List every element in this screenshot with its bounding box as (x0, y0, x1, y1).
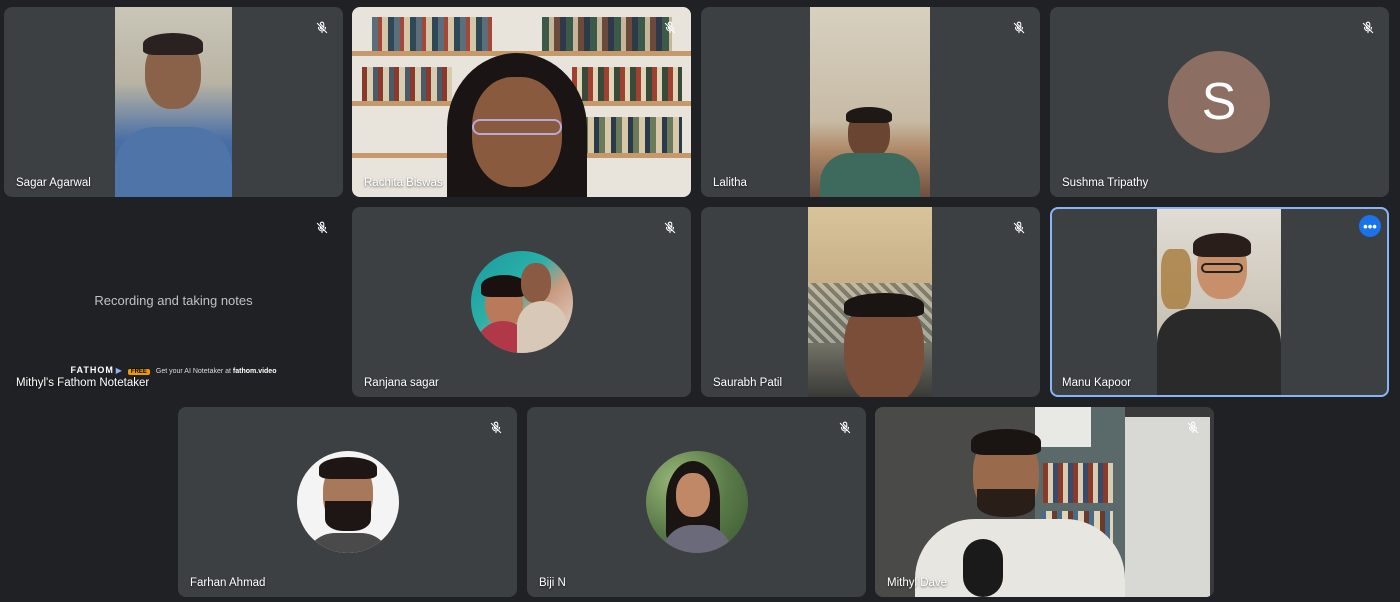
participant-tile[interactable]: Ranjana sagar (352, 207, 691, 397)
participant-tile[interactable]: Recording and taking notes FATHOM ▶ FREE… (4, 207, 343, 397)
recording-status: Recording and taking notes (94, 293, 253, 308)
participant-tile[interactable]: Sagar Agarwal (4, 7, 343, 197)
avatar (646, 451, 748, 553)
mic-off-icon (1008, 17, 1030, 39)
avatar (471, 251, 573, 353)
participant-tile[interactable]: Biji N (527, 407, 866, 597)
participant-name: Biji N (539, 577, 566, 589)
participant-tile[interactable]: Farhan Ahmad (178, 407, 517, 597)
mic-off-icon (1008, 217, 1030, 239)
mic-off-icon (659, 217, 681, 239)
participant-video (810, 7, 930, 197)
mic-off-icon (1182, 417, 1204, 439)
participant-name: Sushma Tripathy (1062, 177, 1149, 189)
participant-tile[interactable]: Rachita Biswas (352, 7, 691, 197)
mic-off-icon (311, 17, 333, 39)
meeting-grid: Sagar Agarwal Rachita Biswas Lalitha S S… (0, 0, 1400, 602)
mic-off-icon (659, 17, 681, 39)
participant-name: Mithyl Dave (887, 577, 948, 589)
avatar: S (1168, 51, 1270, 153)
participant-video (875, 407, 1214, 597)
mic-off-icon (1357, 17, 1379, 39)
participant-tile[interactable]: Lalitha (701, 7, 1040, 197)
participant-tile[interactable]: Saurabh Patil (701, 207, 1040, 397)
participant-video (808, 207, 932, 397)
mic-off-icon (311, 217, 333, 239)
participant-name: Farhan Ahmad (190, 577, 266, 589)
participant-name: Ranjana sagar (364, 377, 439, 389)
participant-name: Mithyl's Fathom Notetaker (16, 377, 150, 389)
participant-name: Saurabh Patil (713, 377, 783, 389)
play-icon: ▶ (115, 366, 122, 375)
participant-tile[interactable]: S Sushma Tripathy (1050, 7, 1389, 197)
avatar (297, 451, 399, 553)
participant-name: Sagar Agarwal (16, 177, 91, 189)
participant-name: Lalitha (713, 177, 747, 189)
mic-off-icon (834, 417, 856, 439)
fathom-banner: FATHOM ▶ FREE Get your AI Notetaker at f… (4, 365, 343, 375)
promo-url[interactable]: fathom.video (233, 368, 277, 375)
participant-tile-active[interactable]: Manu Kapoor ••• (1050, 207, 1389, 397)
participant-name: Rachita Biswas (364, 177, 443, 189)
participant-video (352, 7, 691, 197)
participant-name: Manu Kapoor (1062, 377, 1132, 389)
more-options-icon[interactable]: ••• (1359, 215, 1381, 237)
promo-text: Get your AI Notetaker at (155, 368, 231, 375)
participant-video (115, 7, 232, 197)
mic-off-icon (485, 417, 507, 439)
participant-video (1157, 209, 1281, 395)
fathom-logo: FATHOM (70, 365, 114, 375)
participant-tile[interactable]: Mithyl Dave (875, 407, 1214, 597)
free-badge: FREE (127, 369, 150, 375)
